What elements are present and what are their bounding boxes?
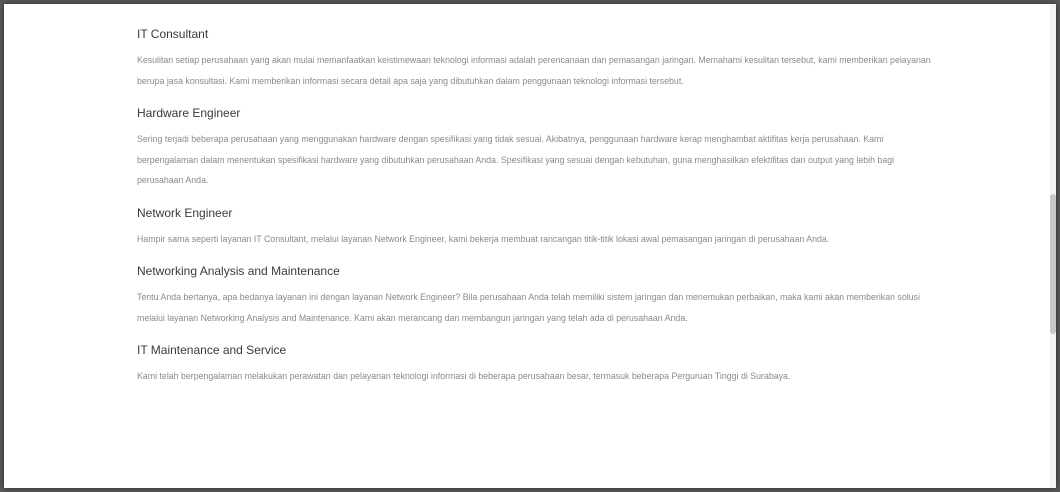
service-title: Hardware Engineer: [137, 106, 241, 120]
service-description: Tentu Anda bertanya, apa bedanya layanan…: [137, 292, 920, 323]
service-title: Networking Analysis and Maintenance: [137, 264, 340, 278]
vertical-scrollbar[interactable]: [1050, 4, 1056, 488]
service-title: IT Maintenance and Service: [137, 343, 287, 357]
service-networking-analysis: Networking Analysis and Maintenance Tent…: [137, 263, 937, 328]
service-it-maintenance: IT Maintenance and Service Kami telah be…: [137, 342, 937, 387]
service-network-engineer: Network Engineer Hampir sama seperti lay…: [137, 205, 937, 250]
service-description: Kesulitan setiap perusahaan yang akan mu…: [137, 55, 931, 86]
page-window: IT Consultant Kesulitan setiap perusahaa…: [4, 4, 1056, 488]
service-description: Hampir sama seperti layanan IT Consultan…: [137, 233, 830, 244]
service-title: IT Consultant: [137, 27, 209, 41]
service-hardware-engineer: Hardware Engineer Sering terjadi beberap…: [137, 105, 937, 191]
service-title: Network Engineer: [137, 205, 233, 220]
services-list: IT Consultant Kesulitan setiap perusahaa…: [137, 26, 937, 401]
service-description: Sering terjadi beberapa perusahaan yang …: [137, 134, 895, 185]
scrollbar-thumb[interactable]: [1050, 194, 1056, 334]
service-description: Kami telah berpengalaman melakukan peraw…: [137, 371, 791, 381]
service-it-consultant: IT Consultant Kesulitan setiap perusahaa…: [137, 26, 937, 91]
